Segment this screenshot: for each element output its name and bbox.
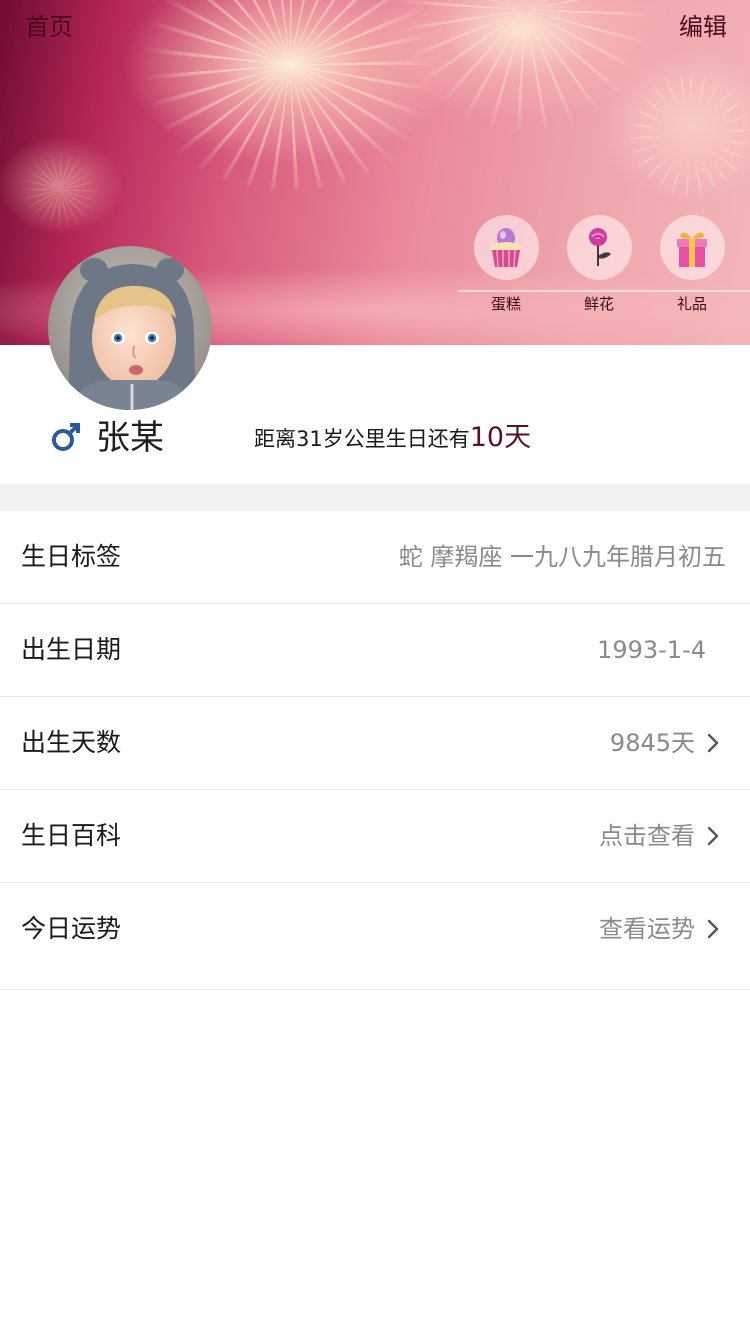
gift-circle (659, 215, 725, 280)
birthday-countdown: 距离31岁公里生日还有10天 (254, 420, 531, 457)
list-item-birthday-tag: 生日标签 蛇 摩羯座 一九八九年腊月初五 (0, 511, 750, 604)
row-value: 1993-1-4 (597, 636, 706, 664)
birthday-profile-page: 首页 编辑 蛋糕 鲜花 礼品 张某 距离31岁公里生日还有10天 生日标签 蛇 … (0, 0, 750, 1334)
row-value: 蛇 摩羯座 一九八九年腊月初五 (398, 543, 726, 571)
gift-present-button[interactable]: 礼品 (647, 215, 737, 313)
firework-burst (630, 70, 750, 200)
row-value: 查看运势 (599, 915, 695, 943)
firework-burst (390, 0, 660, 130)
gift-flower-button[interactable]: 鲜花 (554, 215, 644, 313)
row-label: 出生天数 (21, 728, 122, 757)
list-item-birth-date: 出生日期 1993-1-4 (0, 604, 750, 697)
firework-burst (130, 0, 450, 190)
chevron-right-icon (707, 733, 719, 753)
gift-label: 礼品 (676, 295, 707, 313)
rose-icon (589, 227, 611, 266)
list-item-daily-fortune[interactable]: 今日运势 查看运势 (0, 883, 750, 990)
child-avatar-photo (48, 246, 212, 410)
row-value: 9845天 (609, 729, 695, 757)
chevron-right-icon (707, 919, 719, 939)
firework-burst (20, 150, 100, 230)
list-item-birthday-encyclopedia[interactable]: 生日百科 点击查看 (0, 790, 750, 883)
section-divider (0, 484, 750, 511)
cupcake-icon (490, 227, 522, 267)
list-item-days-alive[interactable]: 出生天数 9845天 (0, 697, 750, 790)
gift-label: 蛋糕 (490, 295, 521, 313)
row-label: 生日百科 (21, 821, 122, 850)
avatar[interactable] (48, 246, 212, 410)
row-label: 今日运势 (21, 914, 122, 943)
gift-label: 鲜花 (583, 295, 614, 313)
gift-bar: 蛋糕 鲜花 礼品 (458, 215, 750, 325)
countdown-days: 10天 (469, 422, 532, 453)
row-value: 点击查看 (599, 822, 695, 850)
user-name: 张某 (96, 418, 164, 458)
chevron-right-icon (707, 826, 719, 846)
row-label: 出生日期 (21, 635, 122, 664)
male-symbol-icon (52, 423, 80, 451)
info-list: 生日标签 蛇 摩羯座 一九八九年腊月初五 出生日期 1993-1-4 出生天数 … (0, 511, 750, 990)
edit-link[interactable]: 编辑 (679, 10, 727, 44)
home-link[interactable]: 首页 (25, 10, 73, 44)
gift-circle (566, 215, 632, 280)
gift-circle (473, 215, 539, 280)
gift-cake-button[interactable]: 蛋糕 (461, 215, 551, 313)
row-label: 生日标签 (21, 542, 122, 571)
gift-box-icon (677, 231, 707, 267)
countdown-text: 距离31岁公里生日还有 (254, 427, 470, 451)
